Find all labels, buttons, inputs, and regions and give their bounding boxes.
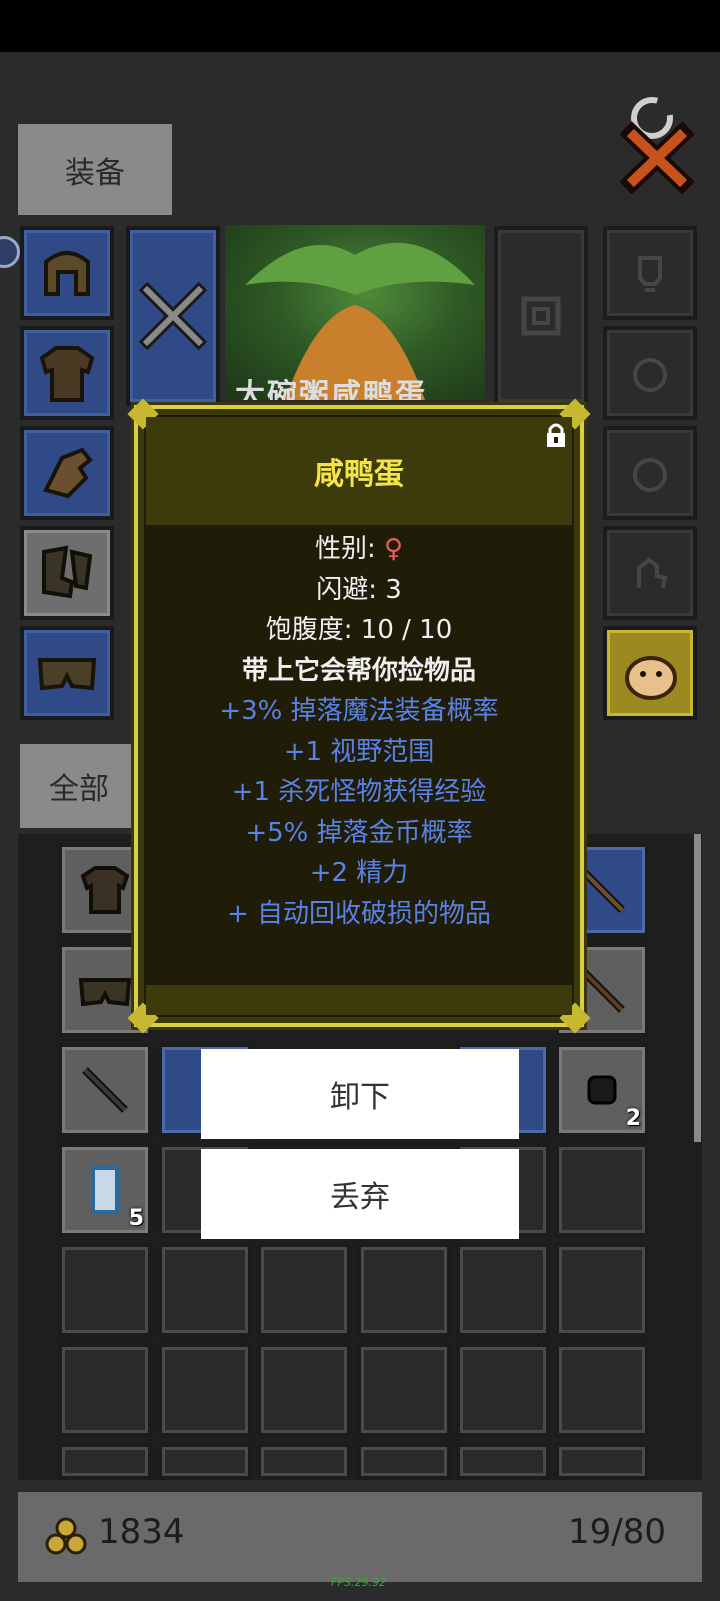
item-count: 2 [625,1106,641,1131]
gender-line: 性别: ♀ [315,529,403,570]
boots-icon [42,545,93,599]
ring-icon [633,458,667,492]
close-x-icon [619,97,695,195]
misc-slot-1[interactable] [603,226,697,320]
inventory-slot[interactable]: 5 [58,1143,152,1237]
dodge-stat: 闪避: 3 [316,574,402,605]
item-info-popup: 咸鸭蛋 性别: ♀ 闪避: 3 饱腹度: 10 / 10 带上它会帮你捡物品 +… [127,398,591,1034]
gloves-slot[interactable] [20,426,114,520]
item-art-title: 大碗粥咸鸭蛋 [235,378,427,400]
gender-label: 性别: [314,534,376,564]
inventory-slot[interactable] [257,1443,351,1480]
armor-slot[interactable] [20,326,114,420]
weapon-slot[interactable] [126,226,220,406]
inventory-slot[interactable] [357,1343,451,1437]
popup-header: 咸鸭蛋 [146,417,572,525]
ring-icon [633,358,667,392]
inventory-slot[interactable] [555,1443,649,1480]
bonus-line: + 自动回收破损的物品 [226,898,492,929]
pet-slot[interactable] [603,626,697,720]
inventory-slot[interactable] [555,1243,649,1337]
bonus-line: +1 杀死怪物获得经验 [231,777,487,807]
inventory-slot[interactable] [555,1143,649,1237]
lock-icon[interactable] [544,421,568,449]
gold-amount: 1834 [98,1512,185,1552]
inventory-slot[interactable] [158,1443,252,1480]
scroll-icon [91,1166,119,1214]
pants-icon [78,978,132,1007]
gloves-icon [43,447,93,499]
level-badge-icon [0,236,20,268]
pants-icon [37,658,97,691]
inventory-slot[interactable] [158,1243,252,1337]
tab-all[interactable]: 全部 [20,744,138,828]
item-count: 5 [128,1206,144,1231]
inventory-slot[interactable] [58,1443,152,1480]
pants-slot[interactable] [20,626,114,720]
inventory-slot[interactable] [158,1343,252,1437]
gold-coins-icon [45,1517,87,1555]
tab-equipment-label: 装备 [65,155,125,191]
inventory-slot[interactable] [58,1343,152,1437]
item-preview-art: 大碗粥咸鸭蛋 [225,225,485,400]
inventory-slot[interactable] [357,1443,451,1480]
helmet-icon [44,251,90,296]
inventory-slot[interactable] [555,1343,649,1437]
tab-all-label: 全部 [49,772,109,807]
drop-button[interactable]: 丢弃 [201,1149,519,1239]
artifact-slot[interactable] [494,226,588,406]
popup-footer [146,985,572,1015]
bonus-line: +1 视野范围 [283,736,435,767]
boots-slot[interactable] [20,526,114,620]
inventory-scrollbar[interactable] [694,834,701,1142]
hamster-pet-icon [625,656,677,700]
item-description: 带上它会帮你捡物品 [241,655,476,686]
female-symbol-icon: ♀ [383,534,404,564]
inventory-slot[interactable] [257,1343,351,1437]
unequip-button[interactable]: 卸下 [201,1049,519,1139]
inventory-capacity: 19/80 [568,1512,666,1552]
inventory-slot[interactable] [456,1443,550,1480]
fps-counter: FPS:29.92 [331,1576,387,1589]
pet-slot-empty[interactable] [603,526,697,620]
item-stats: 性别: ♀ 闪避: 3 饱腹度: 10 / 10 带上它会帮你捡物品 +3% 掉… [146,527,572,983]
inventory-slot[interactable] [58,1243,152,1337]
bonus-line: +3% 掉落魔法装备概率 [219,696,499,726]
inventory-slot[interactable] [357,1243,451,1337]
armor-icon [80,866,130,914]
spear-icon [82,1067,128,1113]
satiety-stat: 饱腹度: 10 / 10 [265,615,453,645]
inventory-slot[interactable] [456,1243,550,1337]
ore-icon [587,1075,617,1105]
close-button[interactable] [619,94,700,195]
status-bar [0,0,720,52]
crossed-weapons-icon [138,281,208,351]
unequip-label: 卸下 [330,1080,390,1115]
item-title: 咸鸭蛋 [314,457,404,492]
inventory-slot[interactable]: 2 [555,1043,649,1137]
bulb-icon [638,256,662,292]
pet-silhouette-icon [637,557,668,589]
inventory-slot[interactable] [456,1343,550,1437]
armor-icon [39,346,95,402]
tab-equipment[interactable]: 装备 [18,124,172,215]
artifact-icon [521,296,561,336]
drop-label: 丢弃 [330,1180,390,1215]
inventory-slot[interactable] [257,1243,351,1337]
ring-slot-1[interactable] [603,326,697,420]
helmet-slot[interactable] [20,226,114,320]
bonus-line: +2 精力 [309,858,409,888]
inventory-slot[interactable] [58,1043,152,1137]
inventory-footer: 1834 19/80 [18,1492,702,1582]
bonus-line: +5% 掉落金币概率 [245,817,473,848]
ring-slot-2[interactable] [603,426,697,520]
